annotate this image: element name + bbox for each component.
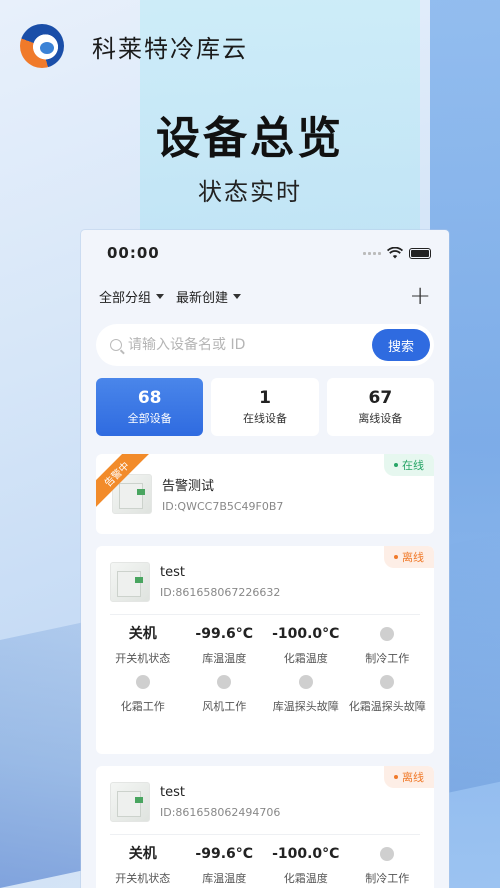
group-filter-dropdown[interactable]: 全部分组	[99, 287, 165, 306]
metric-label: 制冷工作	[365, 652, 410, 665]
phone-screen: 00:00 全部分组 最新创建 + 搜索	[81, 230, 449, 888]
status-badge-label: 在线	[402, 459, 424, 472]
metric-defrost-temp: -100.0°C 化霜温度	[265, 843, 347, 887]
headline: 设备总览	[156, 113, 344, 164]
sort-filter-dropdown[interactable]: 最新创建	[176, 287, 242, 306]
device-card[interactable]: 告警中 在线 告警测试 ID:QWCC7B5C49F0B7	[96, 454, 434, 534]
status-indicator-icon	[298, 675, 313, 689]
metric-label: 库温温度	[202, 872, 247, 885]
device-thumbnail	[110, 562, 150, 602]
brand-header: 科莱特冷库云	[20, 24, 248, 68]
stat-offline-devices[interactable]: 67 离线设备	[326, 378, 434, 436]
plus-icon[interactable]: +	[409, 283, 431, 309]
device-name: 告警测试	[162, 479, 215, 494]
metric-label: 化霜工作	[120, 700, 165, 713]
stat-all-devices[interactable]: 68 全部设备	[96, 378, 204, 436]
status-time: 00:00	[107, 244, 160, 262]
metric-value: -100.0°C	[272, 626, 340, 642]
caret-down-icon	[156, 293, 165, 299]
metric-fan: 风机工作	[184, 671, 266, 715]
stat-count: 68	[137, 388, 162, 408]
stat-label: 全部设备	[127, 412, 172, 425]
status-dot-icon	[394, 463, 398, 467]
metric-room-temp: -99.6°C 库温温度	[184, 623, 266, 667]
status-indicator-icon	[380, 847, 395, 861]
device-thumbnail	[110, 782, 150, 822]
device-id: ID:QWCC7B5C49F0B7	[162, 500, 284, 513]
status-badge: 离线	[384, 546, 434, 568]
device-id: ID:861658062494706	[160, 806, 281, 819]
status-indicator-icon	[380, 627, 395, 641]
system-icons	[363, 247, 431, 259]
device-id: ID:861658067226632	[160, 586, 281, 599]
status-indicator-icon	[380, 675, 395, 689]
metric-label: 库温温度	[202, 652, 247, 665]
metrics-grid: 关机 开关机状态 -99.6°C 库温温度 -100.0°C 化霜温度 制冷工作…	[96, 615, 434, 715]
sort-filter-label: 最新创建	[176, 290, 229, 306]
stat-label: 离线设备	[358, 412, 403, 425]
status-badge: 离线	[384, 766, 434, 788]
status-badge-label: 离线	[402, 551, 424, 564]
logo-icon	[20, 24, 64, 68]
status-badge-label: 离线	[402, 771, 424, 784]
metric-label: 化霜温度	[283, 652, 328, 665]
subline: 状态实时	[198, 178, 302, 206]
search-icon	[110, 339, 122, 351]
metric-value: -100.0°C	[272, 846, 340, 862]
stat-count: 67	[368, 388, 393, 408]
caret-down-icon	[233, 293, 242, 299]
metric-defrost-temp: -100.0°C 化霜温度	[265, 623, 347, 667]
search-button[interactable]: 搜索	[372, 329, 430, 361]
filter-group: 全部分组 最新创建	[99, 287, 242, 306]
device-card[interactable]: 离线 test ID:861658062494706 关机 开关机状态 -99.…	[96, 766, 434, 888]
group-filter-label: 全部分组	[99, 290, 152, 306]
metric-label: 开关机状态	[115, 652, 171, 665]
toolbar: 全部分组 最新创建 +	[81, 276, 449, 316]
metrics-grid: 关机 开关机状态 -99.6°C 库温温度 -100.0°C 化霜温度 制冷工作	[96, 835, 434, 887]
metric-label: 制冷工作	[365, 872, 410, 885]
status-badge: 在线	[384, 454, 434, 476]
metric-label: 化霜温度	[283, 872, 328, 885]
metric-cooling: 制冷工作	[347, 843, 429, 887]
stat-count: 1	[259, 388, 271, 408]
signal-icon	[363, 251, 381, 255]
stat-online-devices[interactable]: 1 在线设备	[211, 378, 319, 436]
metric-defrost-probe-fault: 化霜温探头故障	[347, 671, 429, 715]
device-name: test	[160, 785, 185, 800]
search-bar: 搜索	[96, 324, 434, 366]
status-dot-icon	[394, 775, 398, 779]
metric-value: -99.6°C	[195, 846, 254, 862]
metric-power-state: 关机 开关机状态	[102, 843, 184, 887]
status-dot-icon	[394, 555, 398, 559]
brand-name: 科莱特冷库云	[92, 34, 248, 63]
stats-row: 68 全部设备 1 在线设备 67 离线设备	[81, 366, 449, 436]
metric-value: 关机	[128, 846, 157, 862]
metric-value: -99.6°C	[195, 626, 254, 642]
metric-room-temp: -99.6°C 库温温度	[184, 843, 266, 887]
status-indicator-icon	[217, 675, 232, 689]
metric-power-state: 关机 开关机状态	[102, 623, 184, 667]
stat-label: 在线设备	[242, 412, 287, 425]
device-name: test	[160, 565, 185, 580]
metric-label: 化霜温探头故障	[348, 700, 426, 713]
battery-icon	[409, 247, 431, 259]
metric-defrosting: 化霜工作	[102, 671, 184, 715]
metric-label: 开关机状态	[115, 872, 171, 885]
metric-label: 风机工作	[202, 700, 247, 713]
search-input[interactable]	[128, 337, 372, 353]
metric-label: 库温探头故障	[272, 700, 339, 713]
metric-value: 关机	[128, 626, 157, 642]
status-indicator-icon	[135, 675, 150, 689]
wifi-icon	[387, 247, 403, 259]
metric-cooling: 制冷工作	[347, 623, 429, 667]
metric-room-probe-fault: 库温探头故障	[265, 671, 347, 715]
status-bar: 00:00	[81, 230, 449, 276]
device-card[interactable]: 离线 test ID:861658067226632 关机 开关机状态 -99.…	[96, 546, 434, 754]
